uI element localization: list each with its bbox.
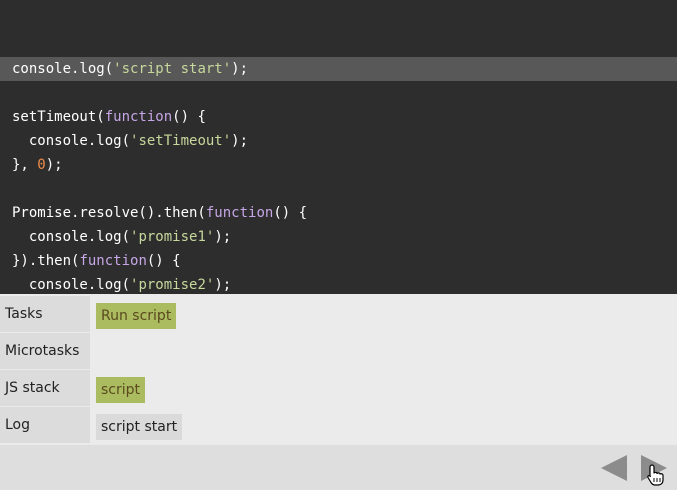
previous-step-button[interactable] bbox=[599, 453, 629, 483]
code-token: console.log( bbox=[12, 133, 131, 149]
code-token: ); bbox=[214, 229, 232, 245]
code-token: ); bbox=[231, 133, 249, 149]
log-entry-script-start: script start bbox=[96, 414, 183, 440]
code-line: console.log('promise1'); bbox=[0, 225, 677, 249]
hand-pointer-icon bbox=[647, 464, 664, 486]
code-panel: console.log('script start'); setTimeout(f… bbox=[0, 0, 677, 294]
code-token: function bbox=[205, 205, 274, 221]
code-token: }).then( bbox=[12, 253, 80, 269]
code-line: console.log('setTimeout'); bbox=[0, 129, 677, 153]
log-label: Log bbox=[0, 407, 90, 443]
triangle-left-icon bbox=[601, 455, 627, 481]
code-line: console.log('promise2'); bbox=[0, 273, 677, 294]
code-line: }).then(function() { bbox=[0, 249, 677, 273]
code-token: Promise.resolve().then( bbox=[12, 205, 206, 221]
code-token: console.log( bbox=[12, 61, 114, 77]
stack-chip-script: script bbox=[96, 377, 146, 403]
code-token: function bbox=[104, 109, 173, 125]
code-token: ); bbox=[214, 277, 232, 293]
code-line: }, 0); bbox=[0, 153, 677, 177]
code-token: 0 bbox=[37, 157, 46, 173]
code-token: ); bbox=[45, 157, 63, 173]
code-token: console.log( bbox=[12, 277, 131, 293]
microtasks-label: Microtasks bbox=[0, 333, 90, 369]
log-row: Log script start bbox=[0, 407, 677, 444]
js-stack-row: JS stack script bbox=[0, 370, 677, 407]
code-line-current: console.log('script start'); bbox=[0, 57, 677, 81]
task-chip-run-script: Run script bbox=[96, 303, 177, 329]
code-token: ); bbox=[231, 61, 249, 77]
code-line: Promise.resolve().then(function() { bbox=[0, 201, 677, 225]
code-token: 'promise1' bbox=[130, 229, 215, 245]
js-stack-label: JS stack bbox=[0, 370, 90, 406]
tasks-label: Tasks bbox=[0, 296, 90, 332]
code-line: setTimeout(function() { bbox=[0, 105, 677, 129]
code-token: function bbox=[79, 253, 147, 269]
code-token: 'script start' bbox=[113, 61, 232, 77]
microtasks-row: Microtasks bbox=[0, 333, 677, 370]
code-token: () { bbox=[146, 253, 181, 269]
tasks-row: Tasks Run script bbox=[0, 296, 677, 333]
code-token: setTimeout( bbox=[12, 109, 105, 125]
code-token: () { bbox=[172, 109, 206, 125]
code-token: console.log( bbox=[12, 229, 131, 245]
code-token: 'setTimeout' bbox=[130, 133, 232, 149]
code-token: 'promise2' bbox=[130, 277, 215, 293]
code-token: }, bbox=[12, 157, 38, 173]
event-loop-visualizer: Tasks Run script Microtasks JS stack scr… bbox=[0, 294, 677, 445]
code-token: () { bbox=[273, 205, 308, 221]
navigation-bar bbox=[0, 445, 677, 490]
